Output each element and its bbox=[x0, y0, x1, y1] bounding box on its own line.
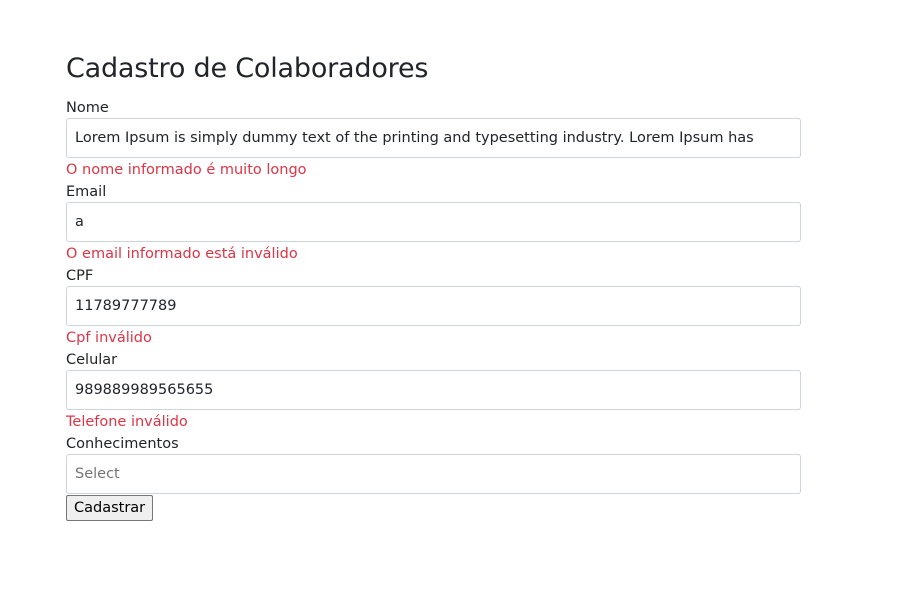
employee-form: Nome Lorem Ipsum is simply dummy text of… bbox=[66, 98, 801, 521]
cpf-label: CPF bbox=[66, 268, 94, 284]
email-input[interactable]: a bbox=[66, 202, 801, 242]
conhecimentos-label: Conhecimentos bbox=[66, 436, 179, 452]
nome-label: Nome bbox=[66, 100, 109, 116]
cadastrar-button[interactable]: Cadastrar bbox=[66, 495, 154, 521]
celular-input[interactable]: 989889989565655 bbox=[66, 370, 801, 410]
celular-error: Telefone inválido bbox=[66, 414, 188, 430]
email-input-value: a bbox=[75, 214, 84, 230]
cpf-input[interactable]: 11789777789 bbox=[66, 286, 801, 326]
celular-label: Celular bbox=[66, 352, 118, 368]
email-error: O email informado está inválido bbox=[66, 246, 298, 262]
nome-input[interactable]: Lorem Ipsum is simply dummy text of the … bbox=[66, 118, 801, 158]
email-label: Email bbox=[66, 184, 107, 200]
nome-input-value: Lorem Ipsum is simply dummy text of the … bbox=[75, 130, 754, 146]
cpf-error: Cpf inválido bbox=[66, 330, 152, 346]
nome-error: O nome informado é muito longo bbox=[66, 162, 307, 178]
celular-input-value: 989889989565655 bbox=[75, 382, 214, 398]
conhecimentos-select[interactable]: Select bbox=[66, 454, 801, 494]
cpf-input-value: 11789777789 bbox=[75, 298, 177, 314]
page-title: Cadastro de Colaboradores bbox=[66, 53, 429, 84]
conhecimentos-placeholder: Select bbox=[75, 466, 120, 482]
page-container: Cadastro de Colaboradores Nome Lorem Ips… bbox=[66, 0, 801, 521]
